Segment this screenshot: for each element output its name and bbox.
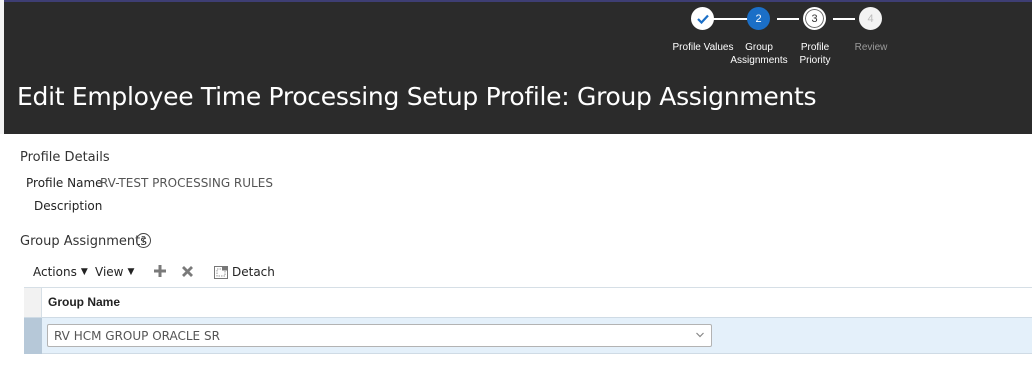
- train-step-label: Group Assignments: [730, 42, 788, 66]
- detach-icon: [214, 265, 228, 279]
- profile-name-label: Profile Name: [26, 176, 103, 190]
- row-header-corner: [24, 288, 42, 318]
- train-step-label[interactable]: Profile Priority: [784, 41, 846, 67]
- train-step-label: Review: [854, 42, 888, 53]
- group-name-select[interactable]: RV HCM GROUP ORACLE SR: [47, 324, 712, 347]
- delete-row-button[interactable]: [179, 262, 195, 280]
- train-step-profile-values[interactable]: [691, 7, 714, 30]
- caret-down-icon: ▼: [127, 267, 135, 277]
- train-connector: [713, 18, 749, 20]
- profile-name-value: RV-TEST PROCESSING RULES: [100, 176, 273, 190]
- train-step-group-assignments: 2: [747, 7, 770, 30]
- view-menu[interactable]: View ▼: [95, 265, 134, 279]
- train-step-profile-priority[interactable]: 3: [803, 7, 826, 30]
- plus-icon: [154, 265, 166, 277]
- train-step-review: 4: [859, 7, 882, 30]
- page-title: Edit Employee Time Processing Setup Prof…: [17, 82, 817, 111]
- row-selector[interactable]: [24, 318, 42, 354]
- header-accent-line: [0, 0, 1032, 2]
- train-connector: [833, 18, 855, 20]
- profile-details-heading: Profile Details: [20, 150, 110, 165]
- check-icon: [696, 14, 709, 24]
- description-label: Description: [34, 199, 103, 213]
- train-connector: [777, 18, 799, 20]
- close-icon: [181, 265, 193, 277]
- table-row[interactable]: RV HCM GROUP ORACLE SR: [24, 317, 1032, 354]
- detach-button[interactable]: Detach: [214, 265, 275, 279]
- table-header: Group Name: [24, 287, 1032, 318]
- page-header: Profile Values 2 Group Assignments 3 Pro…: [0, 0, 1032, 134]
- caret-down-icon: ▼: [80, 267, 88, 277]
- group-assignments-table: Group Name RV HCM GROUP ORACLE SR: [24, 287, 1032, 355]
- detach-label: Detach: [232, 265, 275, 279]
- column-header-group-name[interactable]: Group Name: [48, 295, 120, 309]
- header-left-edge: [0, 0, 4, 134]
- add-row-button[interactable]: [152, 262, 168, 280]
- help-icon[interactable]: ?: [136, 233, 151, 248]
- actions-menu[interactable]: Actions ▼: [33, 265, 88, 279]
- group-assignments-heading: Group Assignments: [20, 234, 148, 249]
- group-name-value: RV HCM GROUP ORACLE SR: [54, 328, 220, 343]
- view-label: View: [95, 265, 124, 279]
- chevron-down-icon[interactable]: [695, 329, 705, 341]
- actions-label: Actions: [33, 265, 77, 279]
